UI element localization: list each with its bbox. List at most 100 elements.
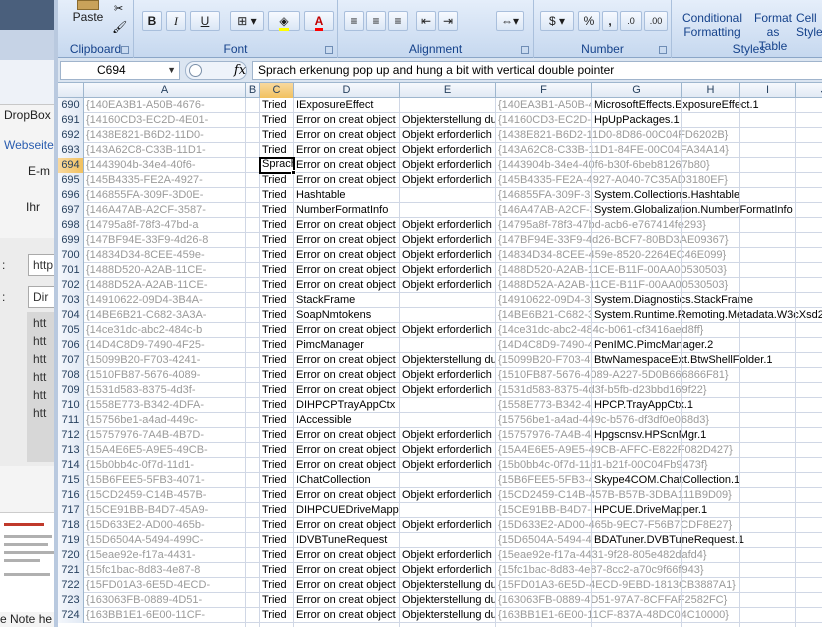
- row-header[interactable]: 691: [58, 113, 84, 128]
- cell-c[interactable]: Tried: [260, 518, 294, 533]
- cell-a[interactable]: {1438E821-B6D2-11D0-: [84, 128, 246, 143]
- cell-f[interactable]: {15D633E2-AD00-465b-9EC7-F56B7CDF8E27}: [496, 518, 822, 533]
- column-header-i[interactable]: I: [740, 83, 796, 98]
- column-header-f[interactable]: F: [496, 83, 592, 98]
- cell-f[interactable]: {15fc1bac-8d83-4e87-8cc2-a70c9f66f943}: [496, 563, 822, 578]
- decrease-decimal-button[interactable]: .00: [644, 11, 668, 31]
- cell-e[interactable]: Objekt erforderlich: [400, 248, 496, 263]
- cell-c[interactable]: Tried: [260, 203, 294, 218]
- borders-button[interactable]: ⊞ ▾: [230, 11, 264, 31]
- cell-d[interactable]: Error on creat object: [294, 428, 400, 443]
- cell-c[interactable]: Tried: [260, 248, 294, 263]
- row-header[interactable]: 724: [58, 608, 84, 623]
- cell-a[interactable]: {15756be1-a4ad-449c-: [84, 413, 246, 428]
- cell-a[interactable]: {15CD2459-C14B-457B-: [84, 488, 246, 503]
- cell-c[interactable]: Tried: [260, 113, 294, 128]
- cell-c[interactable]: Tried: [260, 488, 294, 503]
- cell-g[interactable]: MicrosoftEffects.ExposureEffect.1: [592, 98, 822, 113]
- cell-c[interactable]: Tried: [260, 428, 294, 443]
- row-header[interactable]: 693: [58, 143, 84, 158]
- cell-d[interactable]: Error on creat object: [294, 278, 400, 293]
- cell-e[interactable]: Objekt erforderlich: [400, 233, 496, 248]
- cell-a[interactable]: {15A4E6E5-A9E5-49CB-: [84, 443, 246, 458]
- cell-c[interactable]: Tried: [260, 413, 294, 428]
- cell-d[interactable]: Error on creat object: [294, 488, 400, 503]
- column-header-b[interactable]: B: [246, 83, 260, 98]
- increase-decimal-button[interactable]: .0: [620, 11, 642, 31]
- cell-c[interactable]: Tried: [260, 533, 294, 548]
- cell-f[interactable]: {15CE91BB-B4D7-45A: [496, 503, 592, 518]
- format-painter-icon[interactable]: 🖌: [112, 20, 127, 34]
- cell-g[interactable]: HPCUE.DriveMapper.1: [592, 503, 822, 518]
- worksheet-grid[interactable]: ABCDEFGHIJK 690{140EA3B1-A50B-4676- Tried…: [58, 83, 822, 627]
- row-header[interactable]: 709: [58, 383, 84, 398]
- cell-f[interactable]: {1438E821-B6D2-11D0-8D86-00C04FD6202B}: [496, 128, 822, 143]
- cell-a[interactable]: {14160CD3-EC2D-4E01-: [84, 113, 246, 128]
- cell-f[interactable]: {163063FB-0889-4D51-97A7-8CFFAF2582FC}: [496, 593, 822, 608]
- cell-g[interactable]: HpUpPackages.1: [592, 113, 822, 128]
- cell-d[interactable]: Error on creat object: [294, 263, 400, 278]
- underline-button[interactable]: U: [190, 11, 220, 31]
- cell-e[interactable]: Objekterstellung du: [400, 593, 496, 608]
- cell-f[interactable]: {14160CD3-EC2D-4E: [496, 113, 592, 128]
- cell-f[interactable]: {15FD01A3-6E5D-4ECD-9EBD-1813CB3887A1}: [496, 578, 822, 593]
- cell-g[interactable]: PenIMC.PimcManager.2: [592, 338, 822, 353]
- merge-center-button[interactable]: ⇔▾: [496, 11, 524, 31]
- row-header[interactable]: 707: [58, 353, 84, 368]
- cell-c[interactable]: Tried: [260, 338, 294, 353]
- cell-f[interactable]: {1531d583-8375-4d3f-b5fb-d23bbd169f22}: [496, 383, 822, 398]
- cell-c[interactable]: Tried: [260, 368, 294, 383]
- cell-g[interactable]: Skype4COM.ChatCollection.1: [592, 473, 822, 488]
- column-header-e[interactable]: E: [400, 83, 496, 98]
- column-header-h[interactable]: H: [682, 83, 740, 98]
- row-header[interactable]: 695: [58, 173, 84, 188]
- cell-d[interactable]: Error on creat object: [294, 608, 400, 623]
- cell-c[interactable]: Tried: [260, 578, 294, 593]
- cell-d[interactable]: Error on creat object: [294, 518, 400, 533]
- cell-f[interactable]: {163BB1E1-6E00-11CF-837A-48DC04C10000}: [496, 608, 822, 623]
- select-all-corner[interactable]: [58, 83, 84, 98]
- row-header[interactable]: 713: [58, 443, 84, 458]
- active-cell[interactable]: Sprach: [259, 157, 295, 174]
- cell-e[interactable]: Objekterstellung du: [400, 113, 496, 128]
- cell-e[interactable]: Objekterstellung du: [400, 608, 496, 623]
- row-header[interactable]: 692: [58, 128, 84, 143]
- row-header[interactable]: 722: [58, 578, 84, 593]
- cell-a[interactable]: {1558E773-B342-4DFA-: [84, 398, 246, 413]
- row-header[interactable]: 690: [58, 98, 84, 113]
- browser-link[interactable]: Webseite F: [4, 138, 60, 152]
- cell-g[interactable]: System.Runtime.Remoting.Metadata.W3cXsd2…: [592, 308, 822, 323]
- cell-f[interactable]: {14ce31dc-abc2-484c-b061-cf3416aed8ff}: [496, 323, 822, 338]
- percent-button[interactable]: %: [578, 11, 600, 31]
- font-launcher-icon[interactable]: [325, 46, 333, 54]
- cell-a[interactable]: {146A47AB-A2CF-3587-: [84, 203, 246, 218]
- row-header[interactable]: 703: [58, 293, 84, 308]
- cell-e[interactable]: Objekt erforderlich: [400, 173, 496, 188]
- cell-d[interactable]: Error on creat object: [294, 353, 400, 368]
- cell-c[interactable]: Tried: [260, 383, 294, 398]
- cell-e[interactable]: Objekt erforderlich: [400, 518, 496, 533]
- clipboard-launcher-icon[interactable]: [121, 46, 129, 54]
- cell-e[interactable]: Objekterstellung du: [400, 578, 496, 593]
- number-launcher-icon[interactable]: [659, 46, 667, 54]
- cell-d[interactable]: Error on creat object: [294, 548, 400, 563]
- cell-f[interactable]: {15757976-7A4B-4B: [496, 428, 592, 443]
- cell-d[interactable]: Error on creat object: [294, 383, 400, 398]
- cell-a[interactable]: {15b0bb4c-0f7d-11d1-: [84, 458, 246, 473]
- row-header[interactable]: 696: [58, 188, 84, 203]
- cell-a[interactable]: {15757976-7A4B-4B7D-: [84, 428, 246, 443]
- cell-d[interactable]: Error on creat object: [294, 143, 400, 158]
- cell-a[interactable]: {15B6FEE5-5FB3-4071-: [84, 473, 246, 488]
- cell-e[interactable]: Objekt erforderlich: [400, 143, 496, 158]
- font-color-button[interactable]: A: [304, 11, 334, 31]
- column-header-g[interactable]: G: [592, 83, 682, 98]
- cell-a[interactable]: {14910622-09D4-3B4A-: [84, 293, 246, 308]
- row-header[interactable]: 711: [58, 413, 84, 428]
- row-header[interactable]: 708: [58, 368, 84, 383]
- row-header[interactable]: 714: [58, 458, 84, 473]
- cell-e[interactable]: Objekt erforderlich: [400, 548, 496, 563]
- cell-c[interactable]: Tried: [260, 278, 294, 293]
- cell-a[interactable]: {14BE6B21-C682-3A3A-: [84, 308, 246, 323]
- cell-d[interactable]: IDVBTuneRequest: [294, 533, 400, 548]
- cell-g[interactable]: BtwNamespaceExt.BtwShellFolder.1: [592, 353, 822, 368]
